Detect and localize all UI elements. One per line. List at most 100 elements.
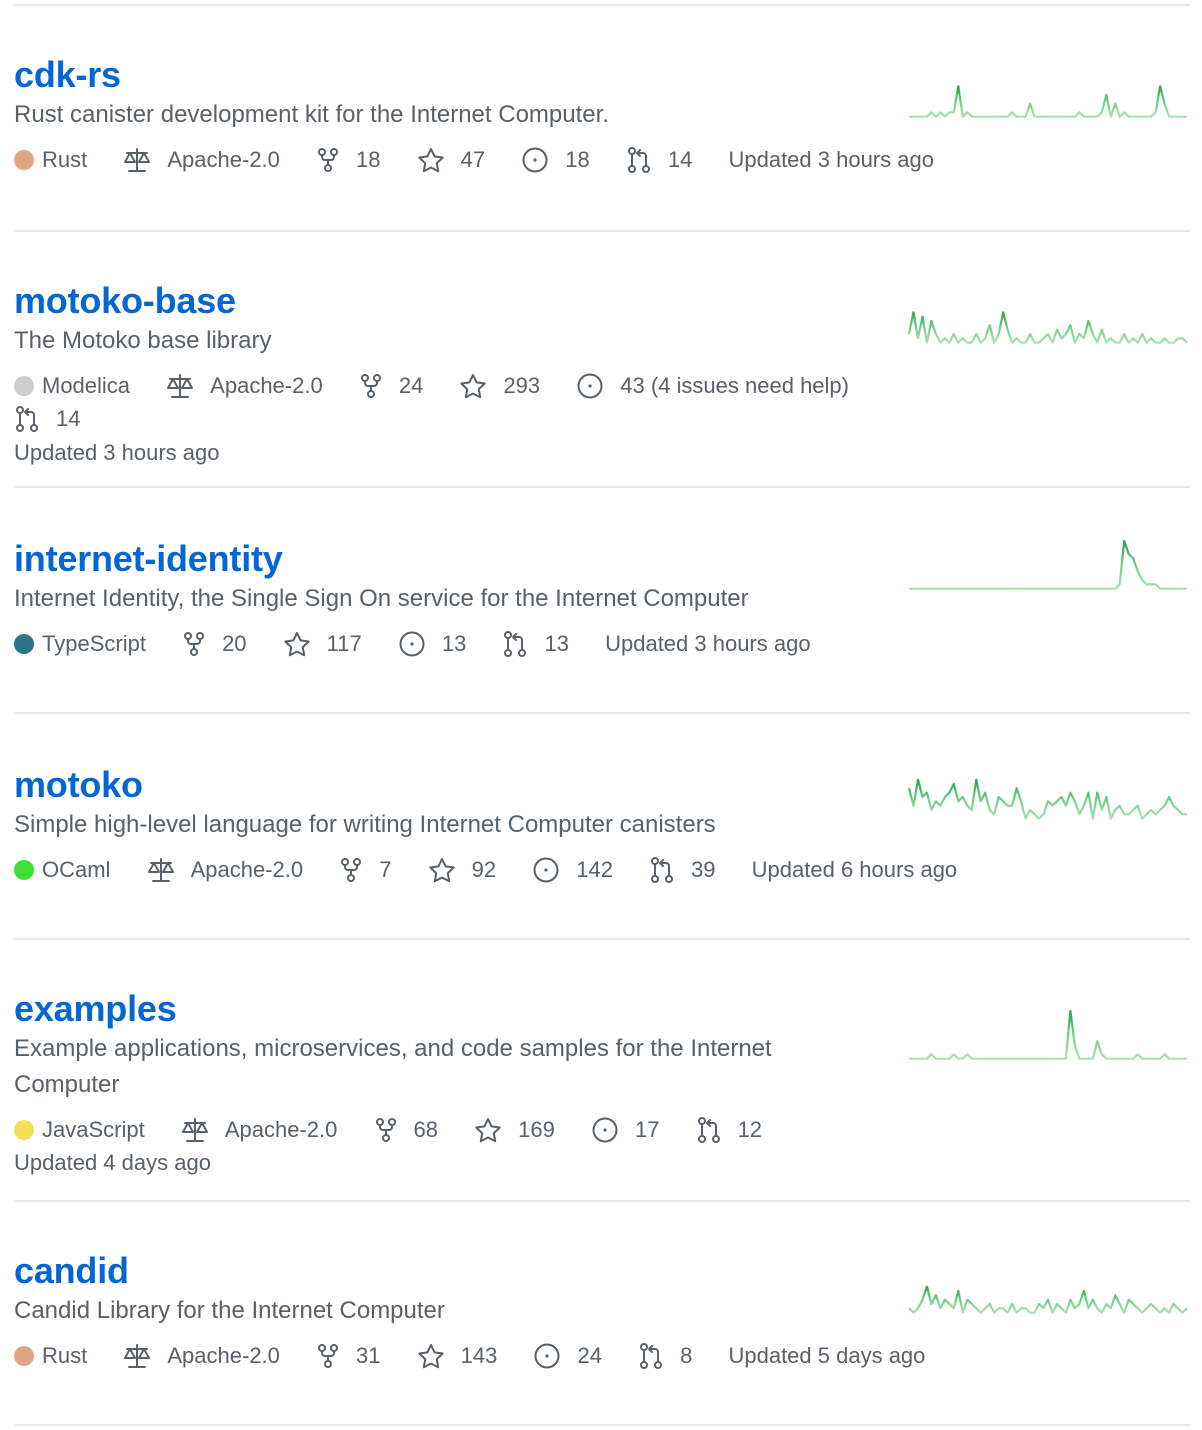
forks-count: 31 xyxy=(356,1343,381,1369)
pulls-count: 14 xyxy=(667,147,693,173)
repo-stars[interactable]: 117 xyxy=(283,628,362,660)
repo-description: Simple high-level language for writing I… xyxy=(14,811,716,838)
sparkline-path xyxy=(908,1285,1188,1314)
repo-forks[interactable]: 24 xyxy=(359,370,423,402)
issue-icon xyxy=(591,1116,627,1144)
stars-count: 293 xyxy=(503,373,541,399)
repo-meta: Rust Apache-2.0 18 47 18 14 Updated 3 ho… xyxy=(14,143,974,176)
language-label: Modelica xyxy=(42,373,131,399)
issues-count: 43 (4 issues need help) xyxy=(620,373,849,399)
law-icon xyxy=(147,857,183,883)
fork-icon xyxy=(316,1343,348,1369)
repo-issues[interactable]: 142 xyxy=(532,854,613,886)
fork-icon xyxy=(316,147,348,173)
repo-pull-requests[interactable]: 8 xyxy=(638,1340,692,1372)
sparkline-path xyxy=(908,778,1187,820)
divider xyxy=(14,938,1190,940)
repo-language: Modelica xyxy=(14,370,130,402)
language-label: Rust xyxy=(42,147,88,173)
pull-request-icon xyxy=(696,1116,730,1144)
star-icon xyxy=(283,631,319,657)
sparkline-path xyxy=(909,539,1187,590)
pull-request-icon xyxy=(638,1342,672,1370)
forks-count: 68 xyxy=(413,1117,438,1143)
repo-pull-requests[interactable]: 12 xyxy=(696,1114,762,1146)
issue-icon xyxy=(398,630,434,658)
repo-stars[interactable]: 293 xyxy=(459,370,540,402)
divider xyxy=(14,712,1190,714)
repo-forks[interactable]: 7 xyxy=(339,854,391,886)
repo-language: OCaml xyxy=(14,854,110,886)
stars-count: 169 xyxy=(518,1117,555,1143)
sparkline-path xyxy=(908,311,1188,344)
star-icon xyxy=(417,147,453,173)
repo-description: Internet Identity, the Single Sign On se… xyxy=(14,585,749,612)
repo-meta: OCaml Apache-2.0 7 92 142 39 Updated 6 h… xyxy=(14,853,974,886)
repo-issues[interactable]: 18 xyxy=(521,144,590,176)
pull-request-icon xyxy=(649,856,683,884)
activity-sparkline xyxy=(908,1285,1188,1314)
language-color-dot xyxy=(14,150,34,171)
language-label: Rust xyxy=(42,1343,88,1369)
stars-count: 92 xyxy=(471,857,497,883)
repo-pull-requests[interactable]: 13 xyxy=(502,628,569,660)
repo-forks[interactable]: 18 xyxy=(316,144,381,176)
forks-count: 24 xyxy=(398,373,424,399)
repo-card-motoko-base: motoko-base The Motoko base library Mode… xyxy=(14,279,1190,469)
repo-pull-requests[interactable]: 14 xyxy=(14,403,80,435)
pulls-count: 12 xyxy=(737,1117,763,1143)
issues-count: 142 xyxy=(576,857,613,883)
issue-icon xyxy=(532,856,568,884)
pull-request-icon xyxy=(502,630,536,658)
language-color-dot xyxy=(14,634,34,655)
repo-issues[interactable]: 13 xyxy=(398,628,466,660)
repo-license: Apache-2.0 xyxy=(181,1114,337,1146)
repo-issues[interactable]: 43 (4 issues need help) xyxy=(576,370,849,402)
repo-pull-requests[interactable]: 14 xyxy=(626,144,692,176)
law-icon xyxy=(123,147,159,173)
divider xyxy=(14,1424,1190,1426)
repo-pull-requests[interactable]: 39 xyxy=(649,854,716,886)
fork-icon xyxy=(182,631,214,657)
issues-count: 24 xyxy=(577,1343,602,1369)
activity-sparkline xyxy=(909,1009,1187,1060)
updated-time: Updated 5 days ago xyxy=(728,1343,926,1369)
repo-stars[interactable]: 92 xyxy=(428,854,496,886)
updated-time: Updated 3 hours ago xyxy=(728,147,934,173)
repo-language: Rust xyxy=(14,1340,87,1372)
repo-meta: Rust Apache-2.0 31 143 24 8 Updated 5 da… xyxy=(14,1339,974,1372)
fork-icon xyxy=(359,373,391,399)
language-color-dot xyxy=(14,376,34,397)
repo-stars[interactable]: 143 xyxy=(417,1340,498,1372)
repo-stars[interactable]: 47 xyxy=(417,144,485,176)
language-color-dot xyxy=(14,860,34,881)
divider xyxy=(14,486,1190,488)
repo-license: Apache-2.0 xyxy=(123,1340,280,1372)
stars-count: 143 xyxy=(460,1343,498,1369)
issues-count: 17 xyxy=(634,1117,660,1143)
repo-card-candid: candid Candid Library for the Internet C… xyxy=(14,1249,1190,1372)
language-label: JavaScript xyxy=(42,1117,145,1143)
repo-forks[interactable]: 20 xyxy=(182,628,247,660)
star-icon xyxy=(417,1343,453,1369)
law-icon xyxy=(166,373,202,399)
repo-forks[interactable]: 68 xyxy=(374,1114,438,1146)
activity-sparkline xyxy=(909,539,1187,590)
repo-issues[interactable]: 24 xyxy=(533,1340,602,1372)
repo-stars[interactable]: 169 xyxy=(474,1114,555,1146)
license-label: Apache-2.0 xyxy=(167,1343,280,1369)
repo-card-examples: examples Example applications, microserv… xyxy=(14,987,1190,1179)
forks-count: 20 xyxy=(222,631,247,657)
repo-forks[interactable]: 31 xyxy=(316,1340,381,1372)
star-icon xyxy=(474,1117,510,1143)
repo-issues[interactable]: 17 xyxy=(591,1114,659,1146)
updated-time: Updated 4 days ago xyxy=(14,1150,211,1176)
sparkline-path xyxy=(909,85,1187,118)
repo-meta: Modelica Apache-2.0 24 293 43 (4 issues … xyxy=(14,369,974,469)
license-label: Apache-2.0 xyxy=(210,373,323,399)
updated-time: Updated 6 hours ago xyxy=(751,857,958,883)
activity-sparkline xyxy=(908,778,1187,820)
sparkline-path xyxy=(909,1009,1187,1060)
fork-icon xyxy=(374,1117,406,1143)
issues-count: 13 xyxy=(441,631,467,657)
